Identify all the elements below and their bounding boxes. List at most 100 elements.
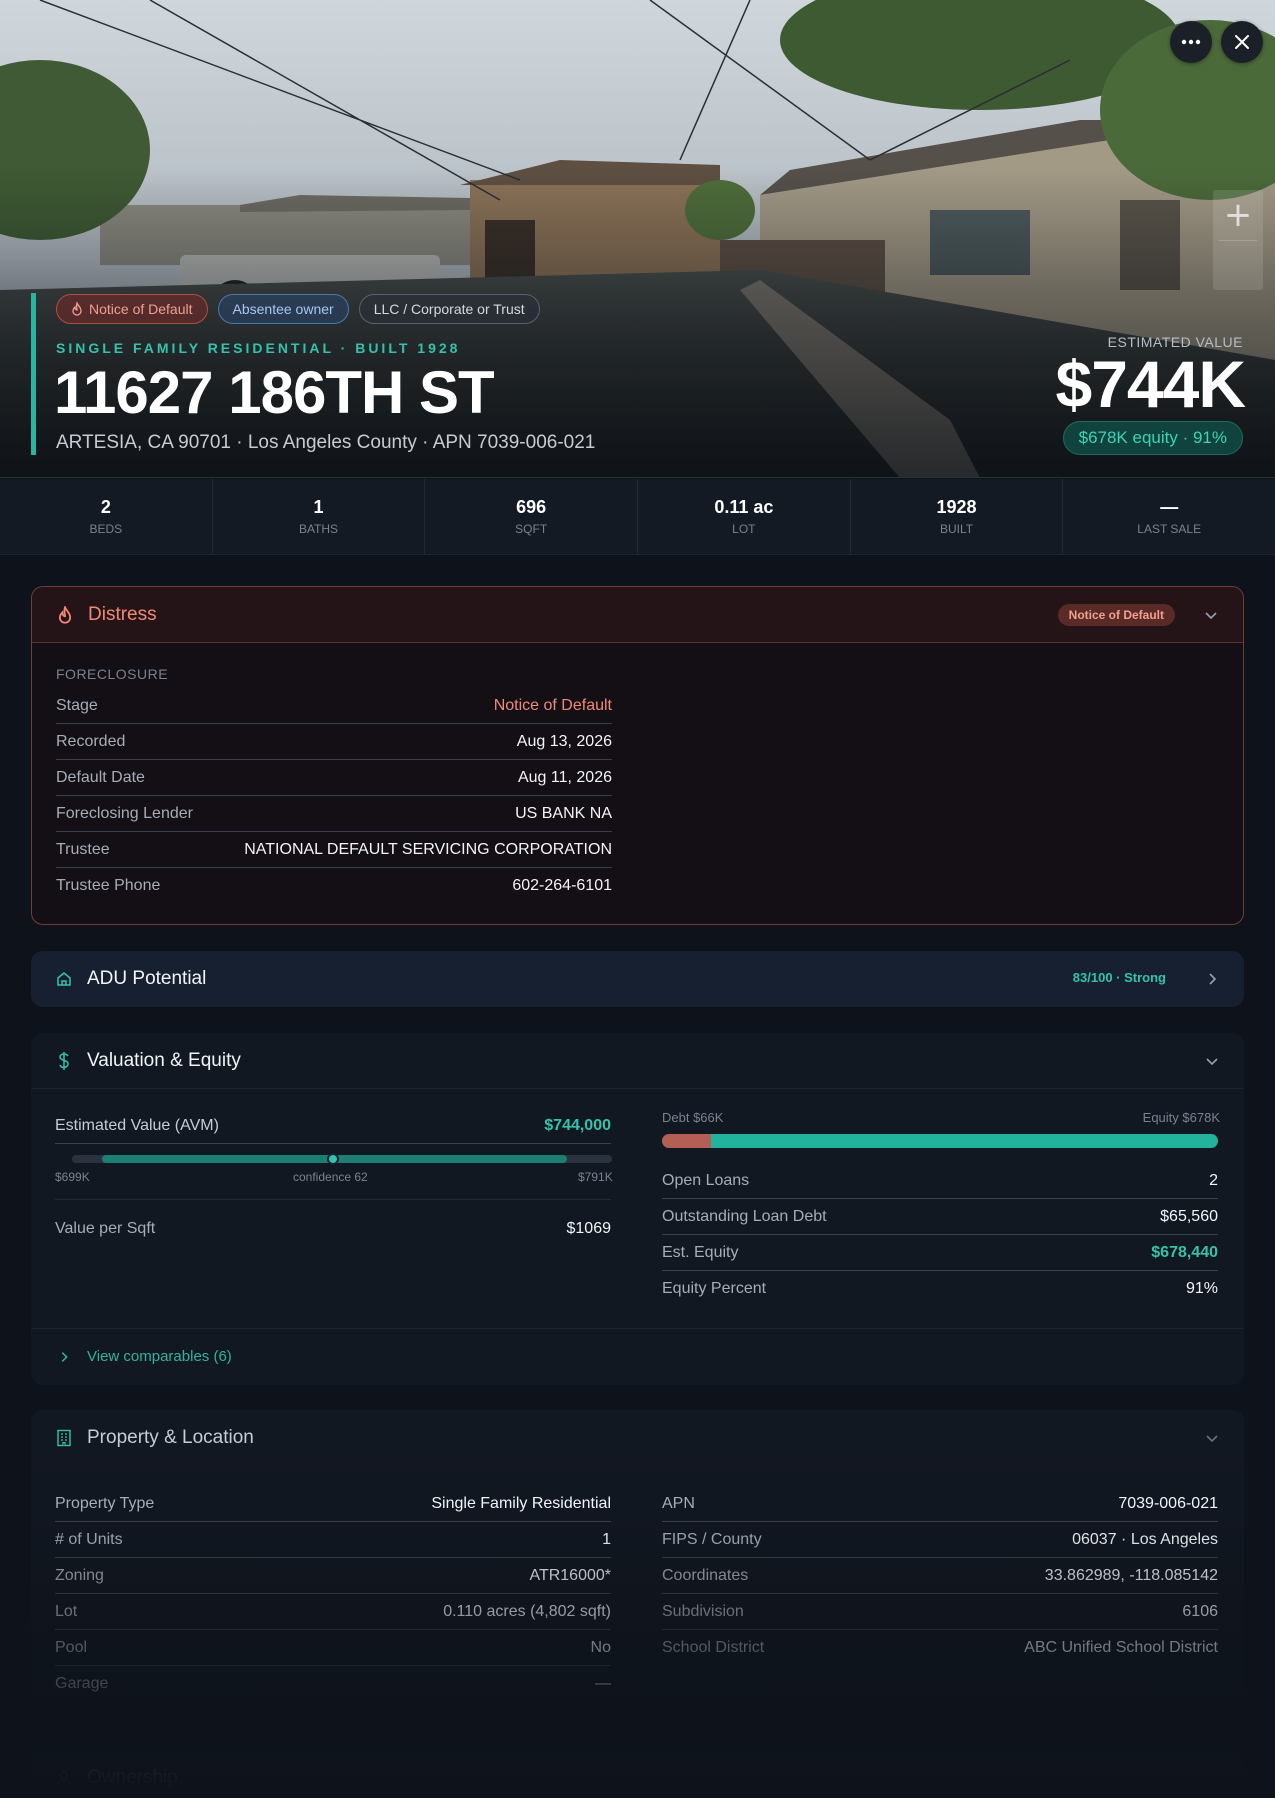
distress-card: Distress Notice of Default FORECLOSURE S… xyxy=(31,586,1244,925)
stat-value: 1928 xyxy=(936,497,977,517)
equity-percent-row: Equity Percent 91% xyxy=(662,1271,1218,1307)
row-value: 2 xyxy=(1209,1171,1218,1189)
row-value: NATIONAL DEFAULT SERVICING CORPORATION xyxy=(244,840,612,858)
row-value: ABC Unified School District xyxy=(1024,1639,1218,1656)
row-key: Trustee Phone xyxy=(56,877,161,894)
tag-notice-of-default[interactable]: Notice of Default xyxy=(56,294,208,324)
apn-row: APN 7039-006-021 xyxy=(662,1486,1218,1522)
stat-beds: 2 BEDS xyxy=(0,479,213,554)
row-key: Garage xyxy=(55,1675,109,1692)
stat-label: BEDS xyxy=(89,522,123,536)
lot-row: Lot 0.110 acres (4,802 sqft) xyxy=(55,1594,611,1630)
estimated-value: $744K xyxy=(1055,347,1246,421)
tag-absentee-owner[interactable]: Absentee owner xyxy=(217,294,349,324)
ownership-card[interactable]: Ownership xyxy=(31,1752,1244,1798)
est-equity-row: Est. Equity $678,440 xyxy=(662,1235,1218,1271)
recorded-row: Recorded Aug 13, 2026 xyxy=(56,724,612,760)
stat-label: LAST SALE xyxy=(1137,522,1202,536)
row-key: Zoning xyxy=(55,1566,104,1584)
row-key: Recorded xyxy=(56,732,126,750)
row-key: Value per Sqft xyxy=(55,1220,156,1237)
avm-row: Estimated Value (AVM) $744,000 xyxy=(55,1108,611,1144)
row-value: 6106 xyxy=(1182,1602,1218,1620)
property-title: Property & Location xyxy=(87,1427,254,1448)
range-high: $791K xyxy=(578,1170,613,1184)
equity-pill: $678K equity · 91% xyxy=(1062,421,1243,455)
stat-label: BATHS xyxy=(298,522,339,536)
row-value: 0.110 acres (4,802 sqft) xyxy=(443,1602,611,1620)
distress-title: Distress xyxy=(88,603,157,625)
row-key: School District xyxy=(662,1639,765,1656)
trustee-phone-row: Trustee Phone 602-264-6101 xyxy=(56,868,612,904)
chevron-down-icon[interactable] xyxy=(1204,1053,1220,1069)
row-key: Stage xyxy=(56,696,98,714)
row-value: 1 xyxy=(602,1530,611,1548)
fips-row: FIPS / County 06037 · Los Angeles xyxy=(662,1522,1218,1558)
stat-built: 1928 BUILT xyxy=(851,479,1064,554)
street-view-hero: + Notice of Default Absentee owner LLC /… xyxy=(0,0,1275,478)
property-header[interactable]: Property & Location xyxy=(31,1410,1244,1466)
stat-value: 0.11 ac xyxy=(714,497,774,517)
row-value: $1069 xyxy=(566,1220,612,1237)
ownership-header: Ownership xyxy=(31,1752,1244,1798)
debt-label: Debt $66K xyxy=(662,1110,724,1125)
range-low: $699K xyxy=(55,1170,90,1184)
stat-label: LOT xyxy=(732,522,756,536)
row-key: Est. Equity xyxy=(662,1243,739,1261)
row-value: Aug 13, 2026 xyxy=(516,732,612,750)
chevron-down-icon[interactable] xyxy=(1203,607,1219,623)
row-value: $678,440 xyxy=(1151,1243,1218,1261)
outstanding-debt-row: Outstanding Loan Debt $65,560 xyxy=(662,1199,1218,1235)
row-key: Foreclosing Lender xyxy=(56,804,193,822)
more-options-button[interactable] xyxy=(1170,21,1212,63)
adu-title: ADU Potential xyxy=(87,968,207,989)
ownership-title: Ownership xyxy=(87,1767,178,1788)
row-key: Lot xyxy=(55,1602,78,1620)
chevron-right-icon xyxy=(1209,973,1217,985)
trustee-row: Trustee NATIONAL DEFAULT SERVICING CORPOR… xyxy=(56,832,612,868)
row-value: $65,560 xyxy=(1160,1207,1218,1225)
row-key: Trustee xyxy=(56,840,110,858)
row-key: Open Loans xyxy=(662,1171,750,1189)
close-button[interactable] xyxy=(1221,21,1263,63)
row-key: Outstanding Loan Debt xyxy=(662,1207,827,1225)
coordinates-row: Coordinates 33.862989, -118.085142 xyxy=(662,1558,1218,1594)
adu-potential-card[interactable]: ADU Potential 83/100 · Strong xyxy=(31,951,1244,1007)
stat-value: 696 xyxy=(516,497,547,517)
valuation-equity-card: Valuation & Equity Estimated Value (AVM)… xyxy=(31,1033,1244,1385)
row-value: — xyxy=(595,1675,611,1692)
row-key: Subdivision xyxy=(662,1602,744,1620)
more-icon xyxy=(1181,39,1201,45)
row-key: Estimated Value (AVM) xyxy=(55,1116,219,1134)
tag-llc-corporate[interactable]: LLC / Corporate or Trust xyxy=(358,294,540,324)
view-comparables-link[interactable]: View comparables (6) xyxy=(31,1328,1244,1384)
stat-value: 1 xyxy=(313,497,324,517)
tag-label: LLC / Corporate or Trust xyxy=(373,301,525,317)
debt-equity-bar xyxy=(662,1134,1218,1148)
avm-estimate-marker xyxy=(327,1153,339,1165)
stat-value: 2 xyxy=(100,497,111,517)
user-icon xyxy=(55,1769,73,1787)
school-district-row: School District ABC Unified School Distri… xyxy=(662,1630,1218,1666)
property-subtitle: SINGLE FAMILY RESIDENTIAL · BUILT 1928 xyxy=(56,340,461,356)
zoom-separator xyxy=(1219,240,1257,241)
tag-label: Absentee owner xyxy=(232,301,334,317)
row-value: 06037 · Los Angeles xyxy=(1072,1530,1218,1548)
stat-label: SQFT xyxy=(515,522,548,536)
stat-baths: 1 BATHS xyxy=(213,479,426,554)
row-key: Default Date xyxy=(56,768,145,786)
stat-sqft: 696 SQFT xyxy=(425,479,639,554)
chevron-down-icon[interactable] xyxy=(1204,1430,1220,1446)
home-icon xyxy=(55,970,73,988)
row-value: Notice of Default xyxy=(493,696,612,714)
property-location-card: Property & Location Property Type Single … xyxy=(31,1410,1244,1710)
zoom-in-button[interactable]: + xyxy=(1213,190,1263,240)
property-location: ARTESIA, CA 90701 · Los Angeles County ·… xyxy=(56,432,596,453)
row-value: US BANK NA xyxy=(515,804,612,822)
valuation-header[interactable]: Valuation & Equity xyxy=(31,1033,1244,1089)
row-value: Single Family Residential xyxy=(431,1494,611,1512)
row-value: No xyxy=(590,1638,611,1656)
row-value: Aug 11, 2026 xyxy=(517,768,612,786)
row-key: Coordinates xyxy=(662,1566,749,1584)
row-value: ATR16000* xyxy=(529,1566,611,1584)
